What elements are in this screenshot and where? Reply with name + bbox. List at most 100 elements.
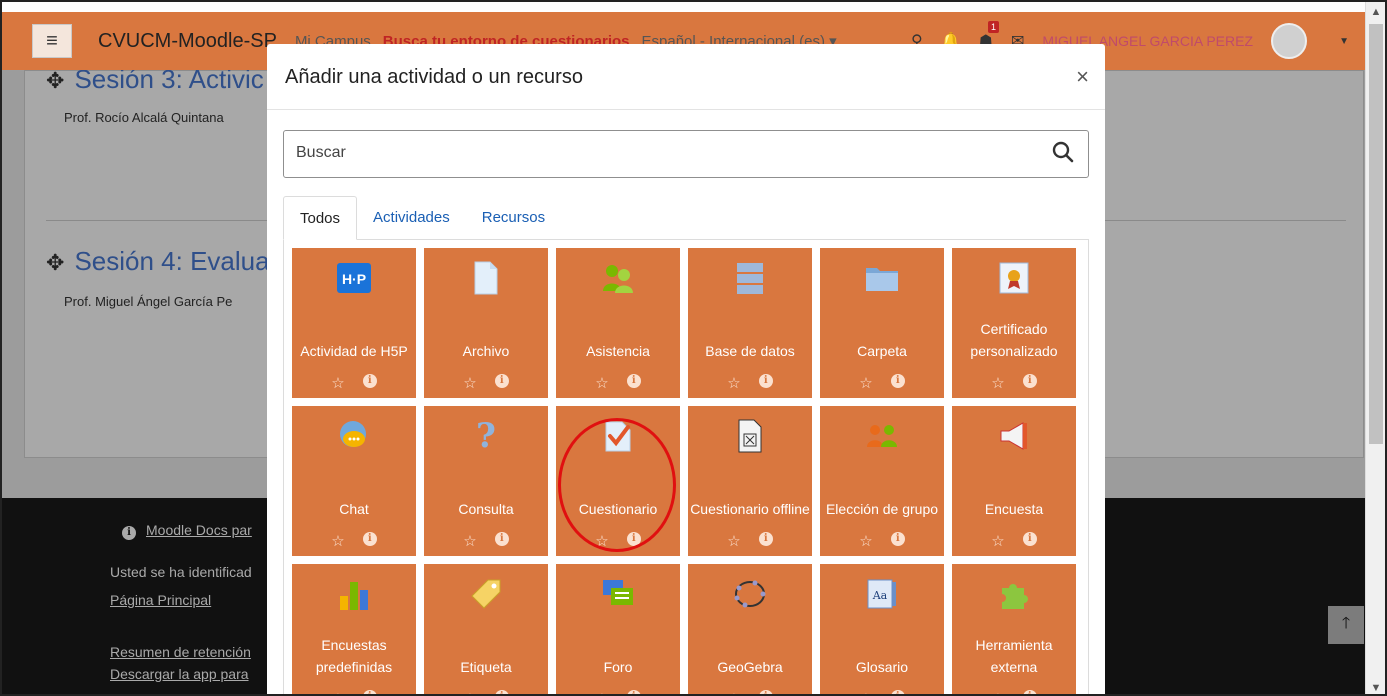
tile-actions: ☆i — [688, 374, 812, 392]
tile-actions: ☆i — [952, 374, 1076, 392]
tile-actions: ☆i — [424, 374, 548, 392]
tile-actions: ☆i — [292, 532, 416, 550]
notification-count: 1 — [988, 21, 1000, 33]
moodle-docs-link[interactable]: Moodle Docs par — [146, 522, 252, 538]
tab-actividades[interactable]: Actividades — [357, 196, 466, 240]
back-to-top-button[interactable]: 🡑 — [1328, 606, 1364, 644]
activity-tile[interactable]: Encuesta ☆ i — [952, 406, 1076, 556]
info-icon[interactable]: i — [890, 690, 905, 694]
avatar[interactable] — [1271, 23, 1307, 59]
activity-tile[interactable]: Etiqueta☆i — [424, 564, 548, 694]
chat-icon — [336, 418, 372, 454]
activity-tile-label: Archivo — [462, 343, 510, 359]
info-icon[interactable]: i — [626, 374, 641, 388]
star-icon[interactable]: ☆ — [991, 374, 1004, 392]
star-icon[interactable]: ☆ — [727, 374, 740, 392]
site-brand[interactable]: CVUCM-Moodle-SP — [98, 30, 277, 53]
activity-tile[interactable]: Elección de grupo ☆ i — [820, 406, 944, 556]
star-icon[interactable]: ☆ — [463, 532, 476, 550]
info-icon[interactable]: i — [890, 532, 905, 546]
menu-toggle-button[interactable]: ≡ — [32, 24, 72, 58]
star-icon[interactable]: ☆ — [859, 532, 872, 550]
search-icon[interactable] — [1052, 141, 1074, 168]
tile-actions: ☆i — [292, 374, 416, 392]
activity-tile[interactable]: AaGlosario☆i — [820, 564, 944, 694]
info-icon[interactable]: i — [890, 374, 905, 388]
highlight-circle-annotation — [558, 418, 676, 552]
geogebra-icon — [732, 576, 768, 612]
tab-recursos[interactable]: Recursos — [466, 196, 561, 240]
activity-tile[interactable]: Base de datos ☆ i — [688, 248, 812, 398]
scrollbar[interactable]: ▲ ▼ — [1365, 2, 1385, 694]
section-3-prof: Prof. Rocío Alcalá Quintana — [64, 110, 224, 125]
retention-link[interactable]: Resumen de retención — [110, 644, 251, 660]
close-button[interactable]: × — [1076, 64, 1089, 90]
info-icon[interactable]: i — [626, 690, 641, 694]
star-icon[interactable]: ☆ — [859, 374, 872, 392]
info-icon: i — [122, 526, 136, 540]
home-link[interactable]: Página Principal — [110, 592, 211, 608]
tile-actions: ☆i — [424, 690, 548, 694]
download-app-link[interactable]: Descargar la app para — [110, 666, 249, 682]
activity-tile[interactable]: Asistencia ☆ i — [556, 248, 680, 398]
activity-tile[interactable]: Foro☆i — [556, 564, 680, 694]
activity-tile-label: Carpeta — [857, 343, 907, 359]
activity-tile-label: Base de datos — [705, 343, 795, 359]
activity-tile[interactable]: H·P Actividad de H5P ☆ i — [292, 248, 416, 398]
info-icon[interactable]: i — [758, 532, 773, 546]
activity-tile[interactable]: Encuestas predefinidas☆i — [292, 564, 416, 694]
scroll-up-arrow-icon[interactable]: ▲ — [1366, 6, 1385, 18]
tile-actions: ☆i — [556, 374, 680, 392]
star-icon[interactable]: ☆ — [463, 690, 476, 694]
activity-tile[interactable]: Certificado personalizado ☆ i — [952, 248, 1076, 398]
info-icon[interactable]: i — [1022, 690, 1037, 694]
activity-tile[interactable]: Chat ☆ i — [292, 406, 416, 556]
star-icon[interactable]: ☆ — [595, 374, 608, 392]
info-icon[interactable]: i — [362, 690, 377, 694]
info-icon[interactable]: i — [362, 532, 377, 546]
hamburger-icon: ≡ — [46, 29, 58, 52]
info-icon[interactable]: i — [362, 374, 377, 388]
activity-tile[interactable]: Carpeta ☆ i — [820, 248, 944, 398]
bar-chart-icon — [336, 576, 372, 612]
info-icon[interactable]: i — [1022, 532, 1037, 546]
star-icon[interactable]: ☆ — [463, 374, 476, 392]
group-choice-icon — [864, 418, 900, 454]
glossary-icon: Aa — [864, 576, 900, 612]
star-icon[interactable]: ☆ — [331, 532, 344, 550]
info-icon[interactable]: i — [494, 374, 509, 388]
star-icon[interactable]: ☆ — [331, 690, 344, 694]
info-icon[interactable]: i — [758, 690, 773, 694]
star-icon[interactable]: ☆ — [727, 690, 740, 694]
info-icon[interactable]: i — [1022, 374, 1037, 388]
tile-actions: ☆i — [292, 690, 416, 694]
move-icon[interactable]: ✥ — [46, 250, 64, 275]
user-menu-caret-icon[interactable]: ▼ — [1339, 36, 1349, 47]
section-4-title[interactable]: ✥ Sesión 4: Evalua — [46, 246, 270, 277]
footer-docs[interactable]: i Moodle Docs par — [122, 522, 252, 540]
modal-tabs: Todos Actividades Recursos — [283, 196, 1089, 240]
section-4-prof: Prof. Miguel Ángel García Pe — [64, 294, 233, 309]
star-icon[interactable]: ☆ — [991, 532, 1004, 550]
star-icon[interactable]: ☆ — [727, 532, 740, 550]
scroll-down-arrow-icon[interactable]: ▼ — [1366, 682, 1385, 694]
scroll-thumb[interactable] — [1369, 24, 1383, 444]
tab-todos[interactable]: Todos — [283, 196, 358, 240]
question-icon: ? — [468, 418, 504, 454]
tile-actions: ☆i — [688, 532, 812, 550]
activity-tile[interactable]: Cuestionario offline ☆ i — [688, 406, 812, 556]
activity-tile[interactable]: Archivo ☆ i — [424, 248, 548, 398]
star-icon[interactable]: ☆ — [595, 690, 608, 694]
activity-tile[interactable]: GeoGebra☆i — [688, 564, 812, 694]
activity-tile-label: Herramienta externa — [975, 637, 1053, 675]
info-icon[interactable]: i — [494, 690, 509, 694]
move-icon[interactable]: ✥ — [46, 68, 64, 93]
info-icon[interactable]: i — [758, 374, 773, 388]
star-icon[interactable]: ☆ — [859, 690, 872, 694]
star-icon[interactable]: ☆ — [991, 690, 1004, 694]
star-icon[interactable]: ☆ — [331, 374, 344, 392]
activity-tile[interactable]: Herramienta externa ☆ i — [952, 564, 1076, 694]
search-input[interactable] — [296, 131, 1036, 175]
info-icon[interactable]: i — [494, 532, 509, 546]
activity-tile[interactable]: ? Consulta ☆ i — [424, 406, 548, 556]
